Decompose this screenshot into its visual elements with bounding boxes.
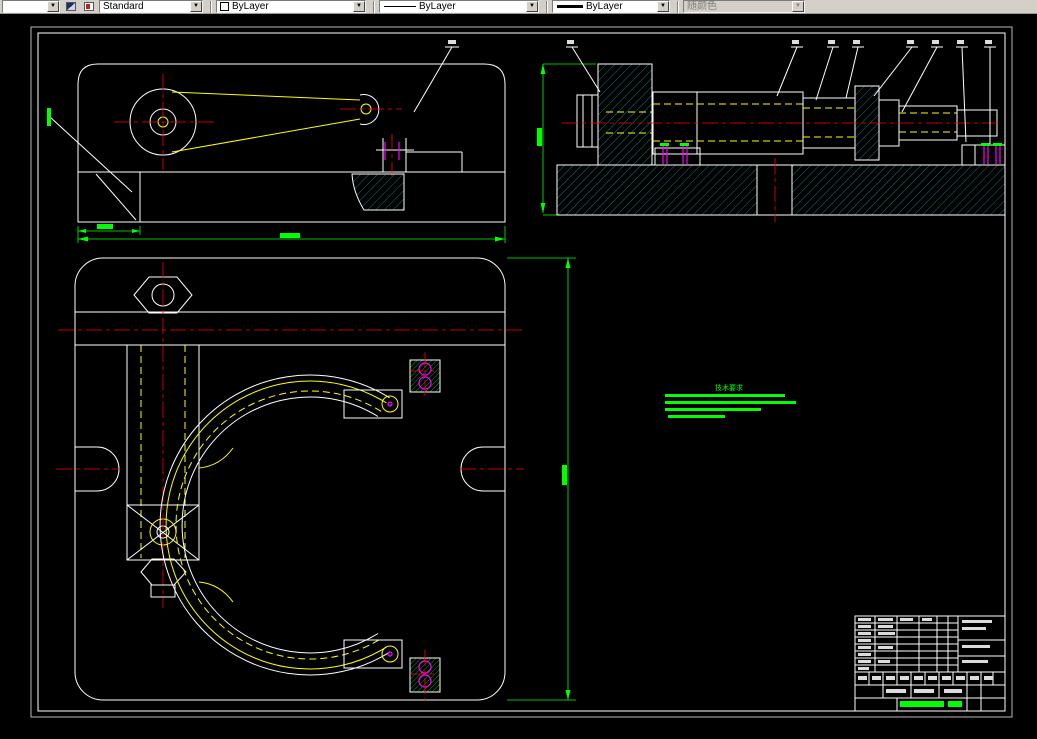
styles-properties-toolbar: ▼ Standard ▼ ByLayer ▼ ByLayer ▼ ByLayer… [0,0,1037,14]
linetype-combo[interactable]: ByLayer ▼ [379,0,539,13]
plotstyle-combo-value: 随颜色 [687,1,717,12]
linetype-combo-value: ByLayer [419,1,456,12]
cad-application: { "toolbar": { "style_combo_value": "Sta… [0,0,1037,739]
tech-requirements-line [665,394,785,397]
hatched-wedge [351,173,405,211]
tech-requirements-line [665,401,796,404]
tech-requirements-title: 技术要求 [715,383,743,392]
color-combo-value: ByLayer [232,1,269,12]
tech-requirements-line [665,408,761,411]
hatched-base-left [556,164,758,216]
hex-nut [140,558,187,586]
linetype-swatch-icon [384,6,416,7]
view-section-elevation[interactable] [537,40,1006,222]
style-preview-glyph [66,2,76,11]
workspace-combo[interactable]: ▼ [2,0,60,13]
tech-requirements-note[interactable]: 技术要求 [665,383,796,418]
lineweight-combo-value: ByLayer [586,1,623,12]
screw-assembly-bottom[interactable] [409,650,441,700]
chevron-down-icon: ▼ [792,1,804,12]
view-side-elevation[interactable] [47,40,506,243]
toolbar-separator [210,0,212,13]
hatched-base-right [791,164,1006,216]
color-swatch-icon [220,2,229,11]
chevron-down-icon[interactable]: ▼ [353,1,365,12]
c-yoke[interactable] [159,374,390,676]
color-combo[interactable]: ByLayer ▼ [216,0,366,13]
toolbar-separator [677,0,679,13]
dimension-horizontal[interactable] [77,224,506,243]
text-style-icon[interactable] [81,0,97,13]
chevron-down-icon[interactable]: ▼ [47,1,59,12]
plotstyle-combo: 随颜色 ▼ [683,0,805,13]
text-style-glyph [84,2,94,11]
toolbar-separator [373,0,375,13]
text-style-combo-value: Standard [103,1,144,12]
lineweight-combo[interactable]: ByLayer ▼ [552,0,670,13]
lineweight-swatch-icon [557,5,583,8]
dimension-vertical-plan[interactable] [507,257,576,701]
drawing-canvas[interactable]: 技术要求 [0,14,1037,739]
title-block [854,615,1006,712]
title-block-text-marks [858,618,993,707]
text-style-combo[interactable]: Standard ▼ [99,0,203,13]
chevron-down-icon[interactable]: ▼ [526,1,538,12]
drawing-svg[interactable]: 技术要求 [0,14,1037,739]
hatched-pedestal [597,63,653,166]
toolbar-separator [546,0,548,13]
chevron-down-icon[interactable]: ▼ [190,1,202,12]
chevron-down-icon[interactable]: ▼ [657,1,669,12]
style-preview-icon[interactable] [63,0,79,13]
tech-requirements-line [668,415,725,418]
view-plan[interactable] [56,257,576,701]
screw-assembly-top[interactable] [409,352,441,398]
